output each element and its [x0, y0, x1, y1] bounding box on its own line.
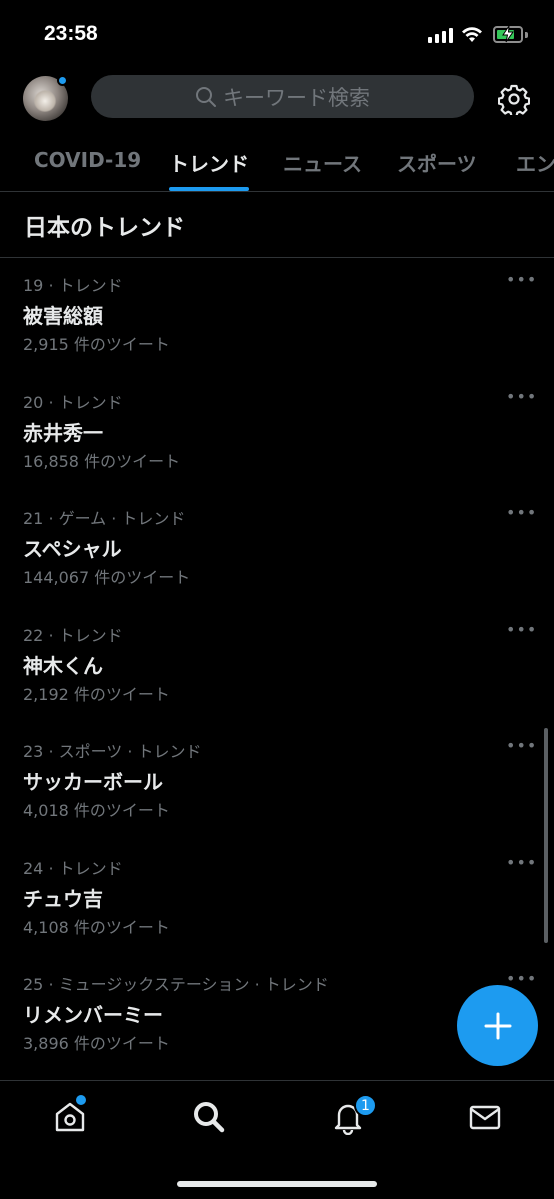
home-indicator	[177, 1181, 377, 1187]
trend-item[interactable]: 21 · ゲーム · トレンド スペシャル 144,067 件のツイート •••	[0, 491, 554, 607]
more-options-icon[interactable]: •••	[506, 503, 537, 522]
trend-tweet-count: 144,067 件のツイート	[23, 568, 191, 587]
trend-meta: 19 · トレンド	[23, 276, 123, 295]
search-icon	[196, 86, 216, 107]
tab-news[interactable]: ニュース	[283, 148, 362, 177]
trend-tweet-count: 16,858 件のツイート	[23, 452, 181, 471]
more-options-icon[interactable]: •••	[506, 387, 537, 406]
app-screen: 23:58 キーワード検索 COVID-19 トレンド ニュース スポーツ エン…	[0, 0, 554, 1199]
trend-meta: 24 · トレンド	[23, 859, 123, 878]
more-options-icon[interactable]: •••	[506, 620, 537, 639]
search-input[interactable]: キーワード検索	[91, 75, 474, 118]
trend-item[interactable]: 19 · トレンド 被害総額 2,915 件のツイート •••	[0, 258, 554, 374]
active-tab-indicator	[169, 187, 249, 191]
search-nav-icon[interactable]	[191, 1099, 227, 1135]
trend-name: リメンバーミー	[23, 1003, 163, 1027]
trend-tweet-count: 2,915 件のツイート	[23, 335, 170, 354]
plus-icon	[484, 1012, 511, 1039]
trend-meta: 25 · ミュージックステーション · トレンド	[23, 975, 329, 994]
tab-trends[interactable]: トレンド	[169, 148, 249, 177]
messages-envelope-icon[interactable]	[467, 1099, 503, 1135]
trend-name: 神木くん	[23, 654, 103, 678]
trend-name: スペシャル	[23, 537, 122, 561]
trend-item[interactable]: 20 · トレンド 赤井秀一 16,858 件のツイート •••	[0, 375, 554, 491]
more-options-icon[interactable]: •••	[506, 853, 537, 872]
trend-item[interactable]: 24 · トレンド チュウ吉 4,108 件のツイート •••	[0, 841, 554, 957]
status-bar: 23:58	[0, 0, 554, 68]
trend-meta: 21 · ゲーム · トレンド	[23, 509, 186, 528]
notification-count-badge: 1	[354, 1094, 377, 1117]
more-options-icon[interactable]: •••	[506, 736, 537, 755]
trend-tweet-count: 3,896 件のツイート	[23, 1034, 170, 1053]
compose-tweet-button[interactable]	[457, 985, 538, 1066]
trend-name: 赤井秀一	[23, 421, 103, 445]
explore-tabs: COVID-19 トレンド ニュース スポーツ エン	[0, 130, 554, 192]
trend-item[interactable]: 22 · トレンド 神木くん 2,192 件のツイート •••	[0, 608, 554, 724]
section-title: 日本のトレンド	[24, 215, 185, 241]
more-options-icon[interactable]: •••	[506, 270, 537, 289]
trend-item[interactable]: 23 · スポーツ · トレンド サッカーボール 4,018 件のツイート ••…	[0, 724, 554, 840]
explore-header: キーワード検索	[0, 68, 554, 128]
trend-tweet-count: 4,018 件のツイート	[23, 801, 170, 820]
avatar-notification-dot	[57, 75, 68, 86]
charging-icon	[502, 25, 514, 43]
trend-meta: 22 · トレンド	[23, 626, 123, 645]
trend-name: サッカーボール	[23, 770, 163, 794]
search-placeholder: キーワード検索	[223, 85, 370, 110]
tab-sports[interactable]: スポーツ	[397, 148, 477, 177]
more-options-icon[interactable]: •••	[506, 969, 537, 988]
cellular-signal-icon	[428, 28, 453, 43]
trend-name: チュウ吉	[23, 887, 103, 911]
trend-name: 被害総額	[23, 304, 103, 328]
trend-meta: 23 · スポーツ · トレンド	[23, 742, 202, 761]
gear-icon[interactable]	[498, 83, 530, 115]
wifi-icon	[462, 27, 482, 42]
tab-entertainment[interactable]: エン	[516, 148, 554, 177]
scrollbar[interactable]	[544, 728, 548, 943]
trend-tweet-count: 4,108 件のツイート	[23, 918, 170, 937]
home-unread-dot	[76, 1095, 86, 1105]
trend-meta: 20 · トレンド	[23, 393, 123, 412]
status-time: 23:58	[44, 22, 98, 45]
tab-covid-19[interactable]: COVID-19	[34, 148, 141, 172]
trend-tweet-count: 2,192 件のツイート	[23, 685, 170, 704]
